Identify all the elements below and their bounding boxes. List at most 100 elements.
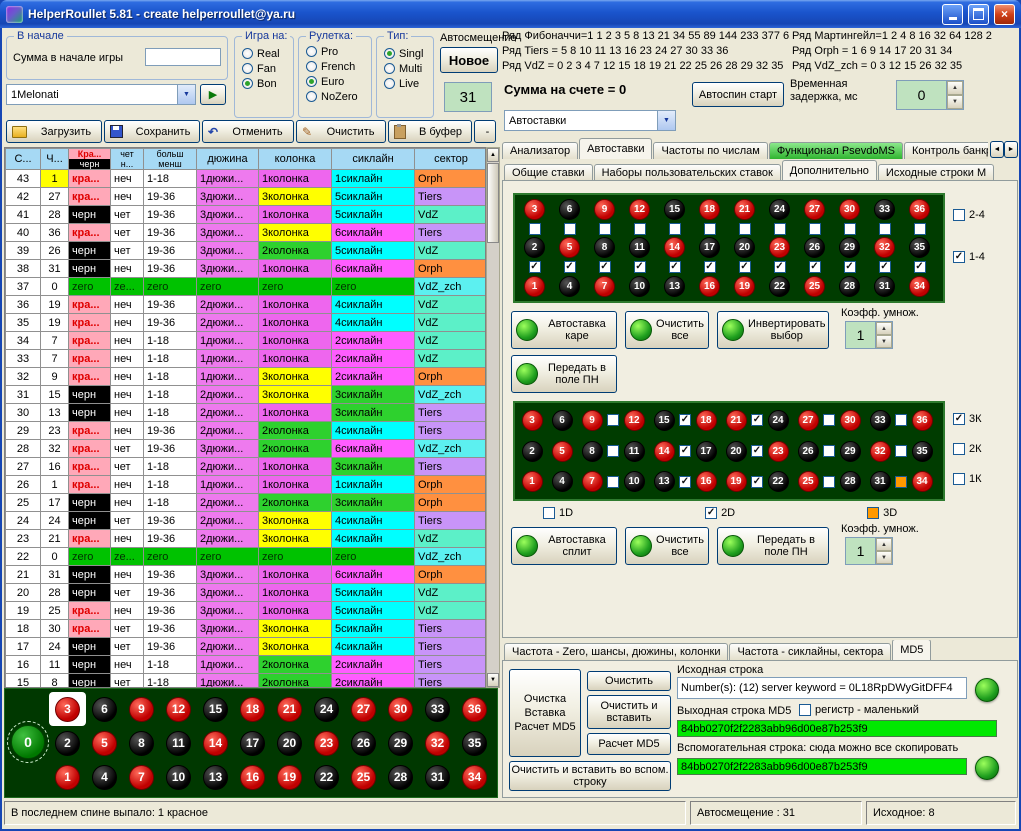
history-row[interactable]: 2832кра...чет19-363дюжи...2колонка6сикла… <box>6 440 487 458</box>
autospin-start-button[interactable]: Автоспин старт <box>692 82 784 107</box>
board-number-32[interactable]: 32 <box>874 236 895 261</box>
kare-checkbox[interactable]: ✓ <box>809 261 821 273</box>
board-number-22[interactable]: 22 <box>308 760 345 794</box>
history-row[interactable]: 3519кра...неч19-362дюжи...1колонка4сикла… <box>6 314 487 332</box>
history-row[interactable]: 261кра...неч1-181дюжи...1колонка1сиклайн… <box>6 476 487 494</box>
kare-checkbox[interactable] <box>809 223 821 235</box>
board-number-12[interactable]: 12 <box>619 410 649 431</box>
main-tab-5[interactable]: Контроль банкр <box>904 142 988 159</box>
board-number-8[interactable]: 8 <box>594 236 615 261</box>
md5-aux-wheel-icon[interactable] <box>975 756 999 780</box>
tab-scroll-left-icon[interactable]: ◄ <box>990 141 1004 158</box>
chevron-down-icon[interactable]: ▼ <box>177 85 195 104</box>
board-number-21[interactable]: 21 <box>734 197 755 222</box>
history-row[interactable]: 2321кра...неч19-362дюжи...3колонка4сикла… <box>6 530 487 548</box>
history-row[interactable]: 2424чернчет19-362дюжи...3колонка4сиклайн… <box>6 512 487 530</box>
split-checkbox[interactable]: ✓ <box>679 476 691 488</box>
history-row[interactable]: 4227кра...неч19-363дюжи...3колонка5сикла… <box>6 188 487 206</box>
bottom-tab-1[interactable]: Частота - Zero, шансы, дюжины, колонки <box>504 643 728 660</box>
clear-all-button[interactable]: Очист­ить все <box>625 311 709 349</box>
kare-checkbox[interactable] <box>564 223 576 235</box>
board-number-30[interactable]: 30 <box>835 410 865 431</box>
history-row[interactable]: 329кра...неч1-181дюжи...3колонка2сиклайн… <box>6 368 487 386</box>
header-parity[interactable]: четн... <box>111 149 144 170</box>
sub-tab-3[interactable]: Дополнительно <box>782 160 877 181</box>
board-number-20[interactable]: 20 <box>734 236 755 261</box>
spinner-up-icon[interactable]: ▲ <box>876 538 892 551</box>
kare-checkbox[interactable]: ✓ <box>879 261 891 273</box>
history-row[interactable]: 4036кра...чет19-363дюжи...3колонка6сикла… <box>6 224 487 242</box>
split-checkbox[interactable]: ✓ <box>679 414 691 426</box>
board-number-11[interactable]: 11 <box>619 441 649 462</box>
board-number-10[interactable]: 10 <box>629 274 650 299</box>
checkbox-box[interactable] <box>867 507 879 519</box>
toolbar-button-1[interactable]: Загрузить <box>6 120 102 143</box>
radio-bon[interactable]: Bon <box>242 76 280 91</box>
board-number-19[interactable]: 19 <box>271 760 308 794</box>
history-row[interactable]: 2923кра...неч19-362дюжи...2колонка4сикла… <box>6 422 487 440</box>
history-row[interactable]: 337кра...неч1-181дюжи...1колонка2сиклайн… <box>6 350 487 368</box>
kare-checkbox[interactable] <box>774 223 786 235</box>
checkbox-box[interactable]: ✓ <box>953 413 965 425</box>
preset-combobox[interactable]: 1Melonati ▼ <box>6 84 196 105</box>
board-number-35[interactable]: 35 <box>456 726 493 760</box>
board-number-17[interactable]: 17 <box>699 236 720 261</box>
kare-checkbox[interactable]: ✓ <box>914 261 926 273</box>
radio-real[interactable]: Real <box>242 46 280 61</box>
history-row[interactable]: 158чернчет1-181дюжи...2колонка2сиклайнTi… <box>6 674 487 689</box>
radio-multi[interactable]: Multi <box>384 61 423 76</box>
maximize-button[interactable] <box>968 4 989 25</box>
board-number-7[interactable]: 7 <box>594 274 615 299</box>
split-checkbox[interactable] <box>895 445 907 457</box>
board-number-20[interactable]: 20 <box>721 441 751 462</box>
board-number-13[interactable]: 13 <box>197 760 234 794</box>
bottom-tab-3[interactable]: MD5 <box>892 640 931 660</box>
start-sum-input[interactable] <box>145 48 221 66</box>
send-to-pn-button-2[interactable]: Передать в поле ПН <box>717 527 829 565</box>
tab-scroll-right-icon[interactable]: ► <box>1004 141 1018 158</box>
board-number-25[interactable]: 25 <box>793 471 823 492</box>
board-number-36[interactable]: 36 <box>456 692 493 726</box>
board-number-36[interactable]: 36 <box>909 197 930 222</box>
kare-checkbox[interactable]: ✓ <box>634 261 646 273</box>
spinner-up-icon[interactable]: ▲ <box>947 81 963 95</box>
checkbox-box[interactable] <box>543 507 555 519</box>
checkbox-box[interactable] <box>953 473 965 485</box>
board-number-24[interactable]: 24 <box>763 410 793 431</box>
board-number-17[interactable]: 17 <box>691 441 721 462</box>
radio-pro[interactable]: Pro <box>306 44 358 59</box>
split-checkbox[interactable]: ✓ <box>751 414 763 426</box>
main-tab-4[interactable]: Функционал PsevdoMS <box>769 142 903 159</box>
board-number-28[interactable]: 28 <box>835 471 865 492</box>
board-number-5[interactable]: 5 <box>86 726 123 760</box>
sub-tab-2[interactable]: Наборы пользовательских ставок <box>594 164 781 181</box>
spinner-down-icon[interactable]: ▼ <box>876 551 892 564</box>
board-number-20[interactable]: 20 <box>271 726 308 760</box>
board-number-4[interactable]: 4 <box>559 274 580 299</box>
split-checkbox[interactable] <box>895 414 907 426</box>
main-tab-3[interactable]: Частоты по числам <box>653 142 767 159</box>
board-number-23[interactable]: 23 <box>763 441 793 462</box>
board-number-31[interactable]: 31 <box>419 760 456 794</box>
main-tab-2[interactable]: Автоставки <box>579 138 652 159</box>
board-number-32[interactable]: 32 <box>419 726 456 760</box>
md5-clear-button[interactable]: Очистить <box>587 671 671 691</box>
scroll-up-icon[interactable]: ▲ <box>487 148 499 162</box>
send-to-pn-button-1[interactable]: Передать в поле ПН <box>511 355 617 393</box>
history-row[interactable]: 220zeroze...zerozerozerozeroVdZ_zch <box>6 548 487 566</box>
board-number-33[interactable]: 33 <box>419 692 456 726</box>
kare-checkbox[interactable] <box>914 223 926 235</box>
board-number-18[interactable]: 18 <box>234 692 271 726</box>
board-number-18[interactable]: 18 <box>691 410 721 431</box>
board-number-8[interactable]: 8 <box>577 441 607 462</box>
split-checkbox[interactable] <box>607 445 619 457</box>
side-checkbox-2-4[interactable]: 2-4 <box>953 209 985 221</box>
board-number-26[interactable]: 26 <box>793 441 823 462</box>
split-checkbox[interactable] <box>823 445 835 457</box>
koef-spinner-2[interactable]: 1 ▲ ▼ <box>845 537 893 565</box>
board-number-29[interactable]: 29 <box>835 441 865 462</box>
board-number-2[interactable]: 2 <box>517 441 547 462</box>
history-row[interactable]: 1830кра...чет19-363дюжи...3колонка5сикла… <box>6 620 487 638</box>
checkbox-box[interactable]: ✓ <box>953 251 965 263</box>
board-number-24[interactable]: 24 <box>769 197 790 222</box>
